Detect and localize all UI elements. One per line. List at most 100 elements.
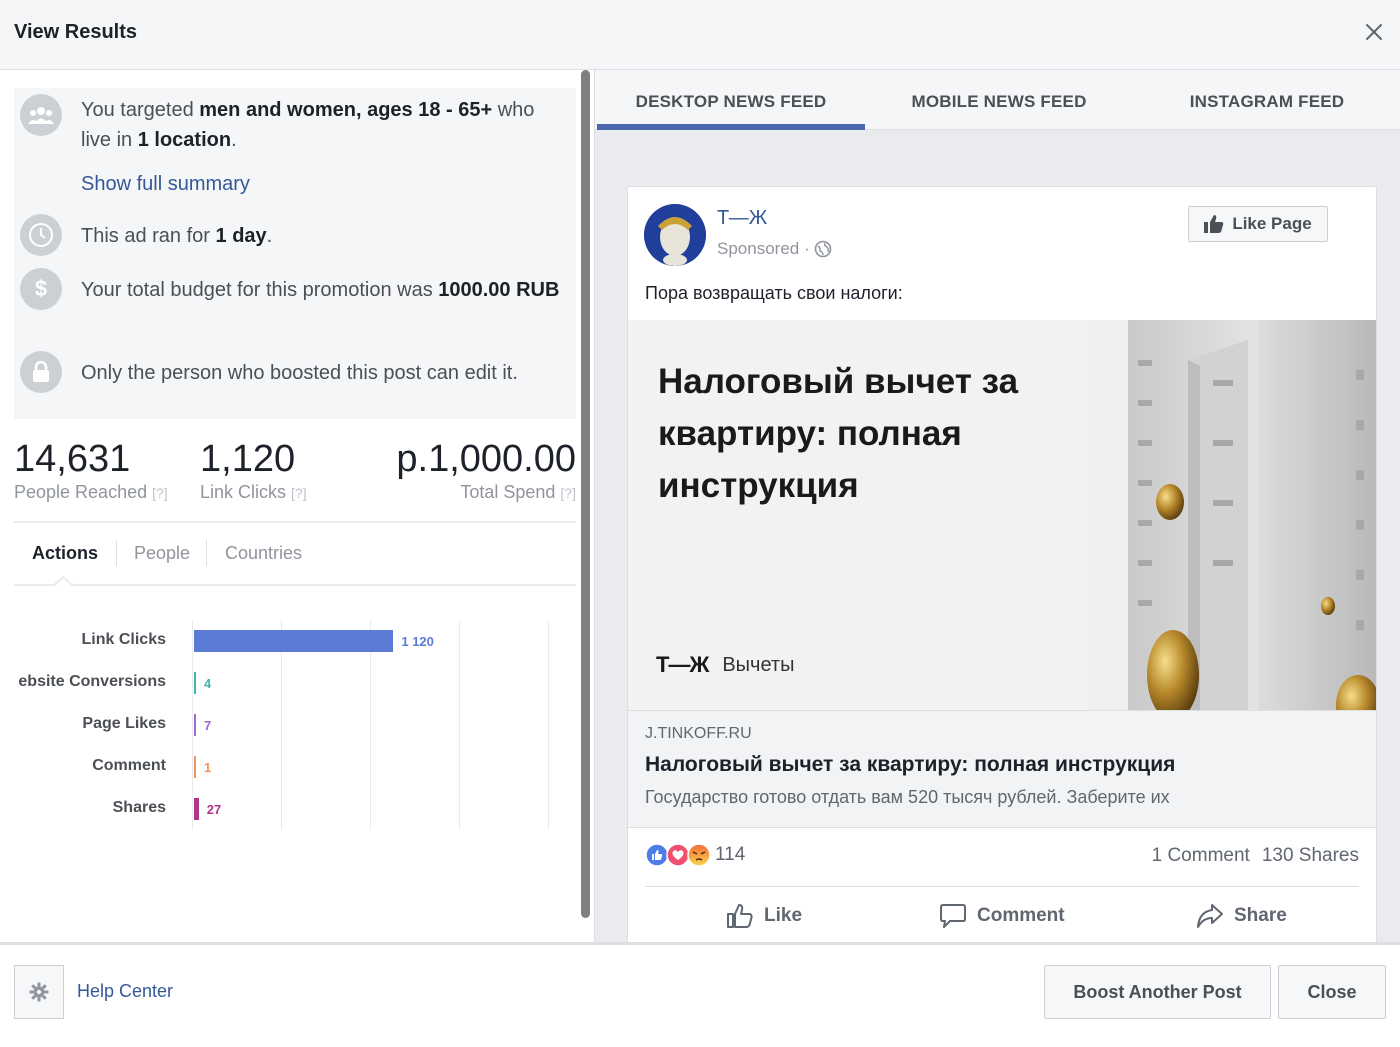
chart-bar[interactable] bbox=[194, 756, 196, 778]
boost-another-post-button[interactable]: Boost Another Post bbox=[1044, 965, 1271, 1019]
tab-separator bbox=[206, 540, 207, 566]
chart-gridline bbox=[459, 620, 460, 830]
scrollbar-thumb[interactable] bbox=[581, 70, 590, 918]
globe-icon bbox=[814, 240, 831, 258]
reactions-summary[interactable]: 114 bbox=[645, 843, 745, 867]
actions-bar-chart: Link Clicks 1 120 ebsite Conversions 4 Page … bbox=[0, 600, 580, 900]
help-center-link[interactable]: Help Center bbox=[77, 981, 173, 1002]
gear-icon bbox=[29, 982, 49, 1002]
chart-bar[interactable] bbox=[194, 672, 196, 694]
image-headline: Налоговый вычет за квартиру: полная инст… bbox=[658, 362, 1019, 505]
chart-bar[interactable] bbox=[194, 630, 394, 652]
metric-value: 1,120 bbox=[200, 438, 296, 480]
close-icon[interactable] bbox=[1362, 20, 1386, 44]
post-share-button[interactable]: Share bbox=[1196, 903, 1287, 929]
chart-value-label: 1 120 bbox=[401, 634, 434, 649]
metric-label: Total Spend [?] bbox=[460, 482, 576, 502]
chart-category-label: Link Clicks bbox=[81, 631, 166, 648]
like-page-button[interactable]: Like Page bbox=[1188, 206, 1328, 242]
budget-text: Your total budget for this promotion was… bbox=[81, 279, 560, 301]
settings-button[interactable] bbox=[14, 965, 64, 1019]
page-avatar[interactable] bbox=[644, 204, 706, 266]
post-comment-button[interactable]: Comment bbox=[939, 903, 1065, 929]
thumbs-up-icon bbox=[1204, 215, 1224, 233]
tab-instagram-feed[interactable]: INSTAGRAM FEED bbox=[1133, 92, 1400, 112]
feed-tabs: DESKTOP NEWS FEED MOBILE NEWS FEED INSTA… bbox=[595, 70, 1400, 130]
clock-icon bbox=[20, 214, 62, 256]
promotion-summary: You targeted men and women, ages 18 - 65… bbox=[14, 88, 576, 419]
tab-mobile-news-feed[interactable]: MOBILE NEWS FEED bbox=[865, 92, 1133, 112]
results-panel: You targeted men and women, ages 18 - 65… bbox=[0, 70, 594, 942]
close-button[interactable]: Close bbox=[1278, 965, 1386, 1019]
comment-count-link[interactable]: 1 Comment bbox=[1152, 845, 1250, 867]
tab-actions[interactable]: Actions bbox=[32, 543, 98, 564]
metric-value: р.1,000.00 bbox=[396, 438, 576, 480]
chart-value-label: 4 bbox=[204, 676, 212, 691]
ad-post-preview: Т—Ж Sponsored · Like Page Пора возвращат… bbox=[627, 186, 1377, 942]
chart-category-label: Comment bbox=[92, 757, 166, 774]
tab-separator bbox=[116, 540, 117, 566]
metrics-row: 14,631 People Reached [?] 1,120 Link Cli… bbox=[14, 438, 576, 508]
metric-link-clicks: 1,120 Link Clicks [?] bbox=[200, 438, 307, 503]
link-title: Налоговый вычет за квартиру: полная инст… bbox=[645, 753, 1176, 776]
sponsored-label: Sponsored · bbox=[717, 239, 832, 259]
tj-logo-text: Т—Ж bbox=[656, 652, 709, 677]
audience-text: You targeted men and women, ages 18 - 65… bbox=[81, 99, 535, 151]
chart-gridline bbox=[192, 620, 193, 830]
metric-value: 14,631 bbox=[14, 438, 131, 480]
chart-gridline bbox=[548, 620, 549, 830]
metric-total-spend: р.1,000.00 Total Spend [?] bbox=[396, 438, 576, 503]
engagement-counts: 1 Comment 130 Shares bbox=[1152, 845, 1359, 867]
show-full-summary-link[interactable]: Show full summary bbox=[81, 169, 561, 199]
building-photo bbox=[1088, 320, 1376, 710]
tabs-divider bbox=[14, 584, 576, 586]
image-category-tag: Вычеты bbox=[722, 653, 795, 676]
share-count-link[interactable]: 130 Shares bbox=[1262, 845, 1359, 867]
chart-value-label: 1 bbox=[204, 760, 212, 775]
dialog-title: View Results bbox=[14, 21, 138, 43]
post-image[interactable]: Налоговый вычет за квартиру: полная инст… bbox=[628, 320, 1376, 710]
tab-desktop-news-feed[interactable]: DESKTOP NEWS FEED bbox=[597, 92, 865, 112]
dollar-icon: $ bbox=[20, 268, 62, 310]
tab-people[interactable]: People bbox=[134, 543, 190, 564]
ad-preview-panel: DESKTOP NEWS FEED MOBILE NEWS FEED INSTA… bbox=[594, 70, 1400, 942]
divider bbox=[645, 886, 1359, 887]
post-like-button[interactable]: Like bbox=[726, 903, 802, 929]
chart-bar[interactable] bbox=[194, 798, 199, 820]
chart-category-label: ebsite Conversions bbox=[18, 673, 166, 690]
metric-label: Link Clicks [?] bbox=[200, 482, 307, 502]
tab-countries[interactable]: Countries bbox=[225, 543, 302, 564]
tab-pointer-icon bbox=[53, 576, 73, 586]
dialog-footer: Help Center Boost Another Post Close bbox=[0, 942, 1400, 1047]
help-tooltip[interactable]: [?] bbox=[560, 485, 576, 501]
metric-people-reached: 14,631 People Reached [?] bbox=[14, 438, 168, 503]
share-icon bbox=[1197, 904, 1223, 928]
post-text: Пора возвращать свои налоги: bbox=[645, 283, 903, 303]
link-domain: J.TINKOFF.RU bbox=[645, 725, 752, 742]
chart-value-label: 27 bbox=[206, 802, 222, 817]
link-description: Государство готово отдать вам 520 тысяч … bbox=[645, 787, 1170, 807]
metric-label: People Reached [?] bbox=[14, 482, 168, 502]
comment-icon bbox=[940, 904, 966, 928]
active-tab-indicator bbox=[597, 124, 865, 130]
divider bbox=[14, 521, 576, 523]
angry-reaction-icon bbox=[687, 843, 711, 867]
image-logo: Т—Ж Вычеты bbox=[656, 652, 794, 678]
duration-text: This ad ran for 1 day. bbox=[81, 225, 273, 247]
people-icon bbox=[20, 94, 62, 136]
help-tooltip[interactable]: [?] bbox=[291, 485, 307, 501]
chart-bar[interactable] bbox=[194, 714, 196, 736]
edit-text: Only the person who boosted this post ca… bbox=[81, 362, 518, 384]
page-name-link[interactable]: Т—Ж bbox=[717, 207, 767, 230]
chart-category-label: Page Likes bbox=[82, 715, 166, 732]
link-preview[interactable]: J.TINKOFF.RU Налоговый вычет за квартиру… bbox=[628, 710, 1376, 828]
chart-category-label: Shares bbox=[112, 799, 166, 816]
reaction-count: 114 bbox=[715, 844, 746, 865]
dialog-header: View Results bbox=[0, 0, 1400, 70]
results-tabs: Actions People Countries bbox=[14, 530, 576, 586]
help-tooltip[interactable]: [?] bbox=[152, 485, 168, 501]
chart-value-label: 7 bbox=[204, 718, 212, 733]
like-icon bbox=[727, 904, 753, 928]
lock-icon bbox=[20, 351, 62, 393]
scrollbar[interactable] bbox=[580, 70, 592, 918]
